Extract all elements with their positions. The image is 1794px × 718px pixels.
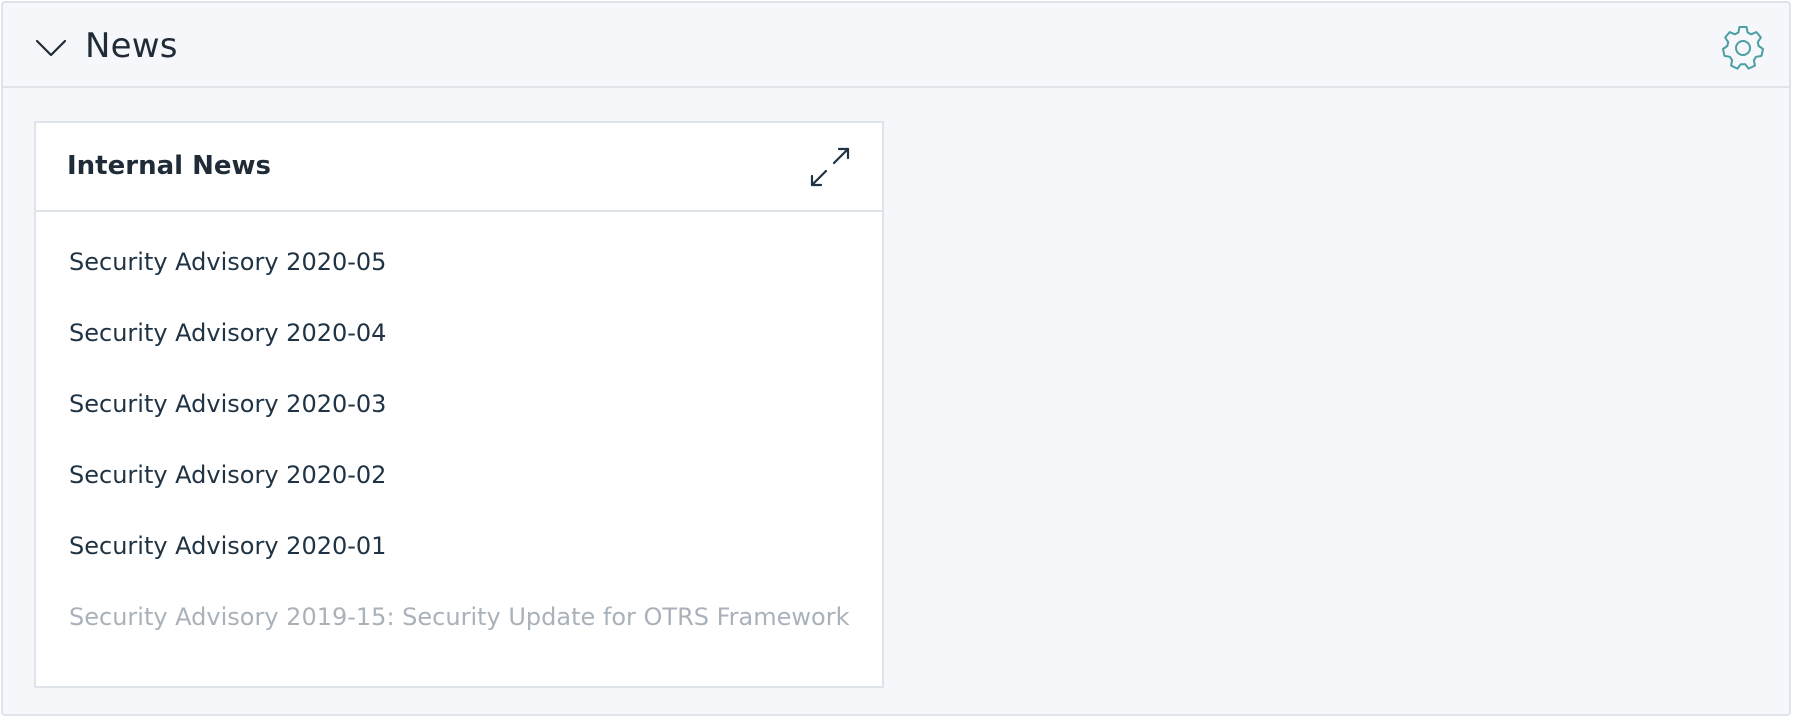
news-item[interactable]: Security Advisory 2020-03	[69, 387, 386, 421]
expand-arrows-icon[interactable]	[806, 143, 854, 191]
chevron-down-icon[interactable]	[33, 31, 69, 67]
news-item[interactable]: Security Advisory 2020-02	[69, 458, 386, 492]
section-title: News	[85, 26, 178, 66]
news-item[interactable]: Security Advisory 2020-05	[69, 245, 386, 279]
internal-news-widget: Internal News Security Advisory 2020-05 …	[34, 121, 884, 688]
widget-header: Internal News	[36, 123, 882, 212]
news-item[interactable]: Security Advisory 2020-01	[69, 529, 386, 563]
news-section: News Internal News Security Advisory 202…	[1, 1, 1791, 716]
section-header: News	[3, 3, 1789, 88]
news-item[interactable]: Security Advisory 2019-15: Security Upda…	[69, 600, 849, 634]
widget-title: Internal News	[67, 151, 271, 181]
gear-icon[interactable]	[1719, 23, 1767, 71]
news-item[interactable]: Security Advisory 2020-04	[69, 316, 386, 350]
